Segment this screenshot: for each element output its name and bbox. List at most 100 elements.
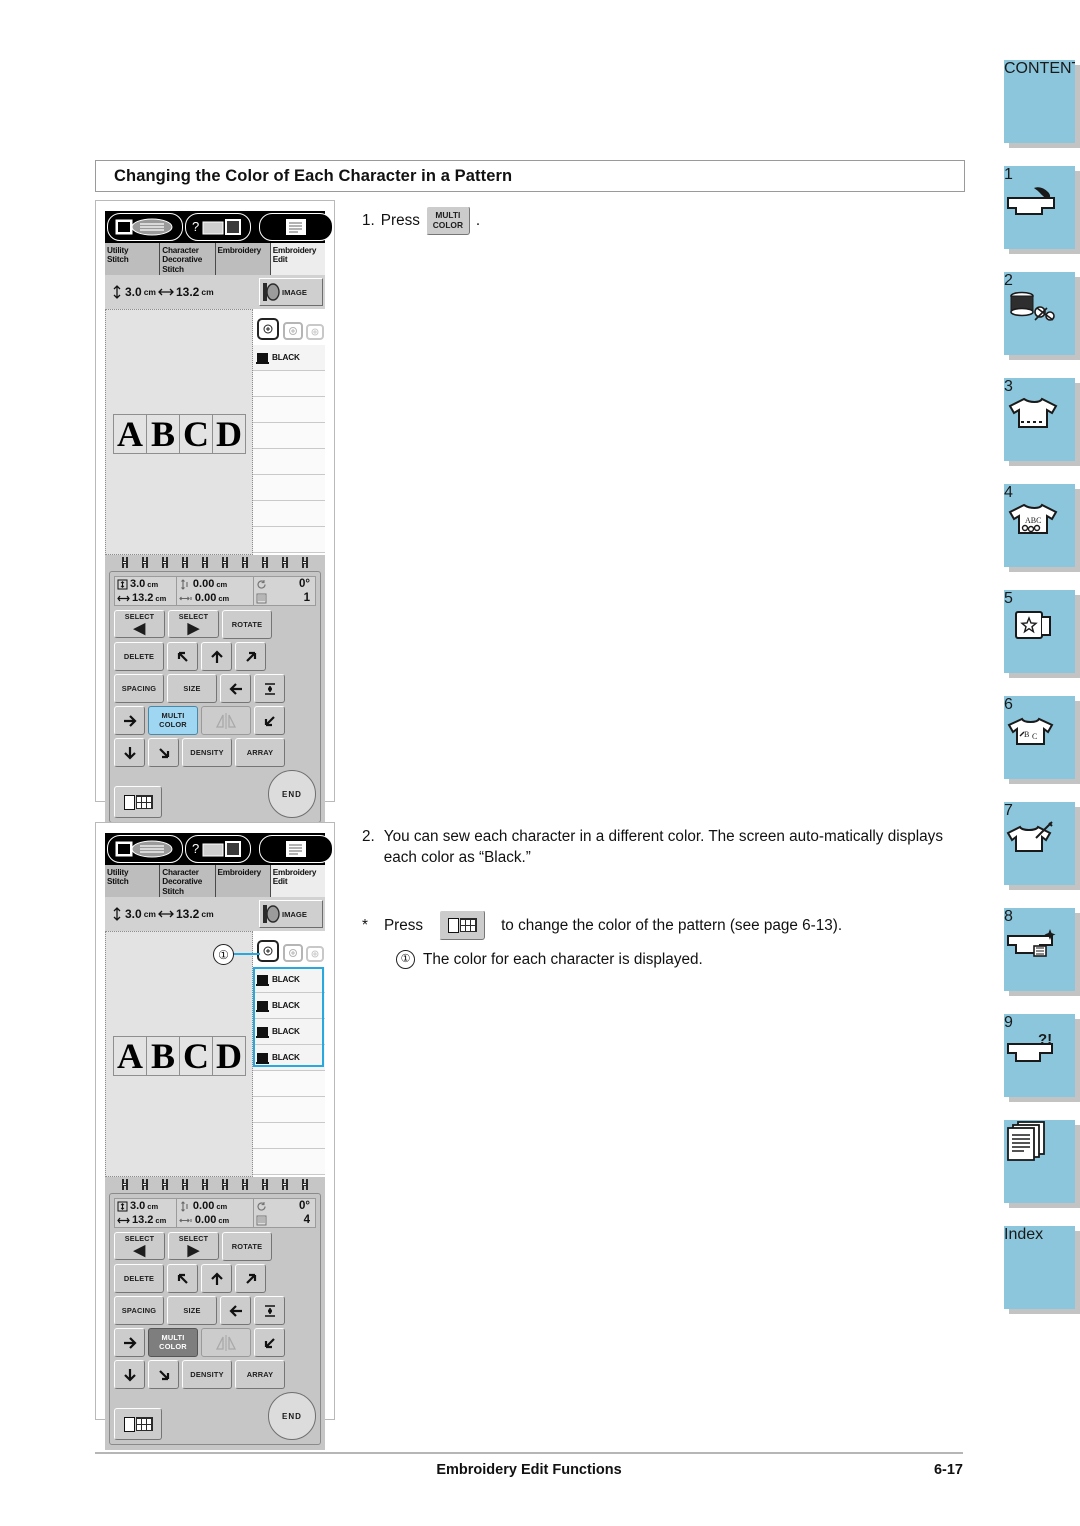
- side-tab-chapter-8[interactable]: 8: [1004, 908, 1080, 996]
- move-up-right-button[interactable]: [235, 1264, 266, 1293]
- tab-embroidery[interactable]: Embroidery: [215, 865, 271, 897]
- move-down-button[interactable]: [114, 1360, 145, 1389]
- move-down-right-button[interactable]: [148, 1360, 179, 1389]
- mirror-icon: [215, 1334, 237, 1351]
- move-left-button[interactable]: [220, 1296, 251, 1325]
- select-left-arrow: ◀: [133, 1241, 146, 1259]
- hoop-size-indicators: [253, 309, 325, 345]
- help-machine-icon[interactable]: ?: [185, 213, 251, 241]
- select-left-button[interactable]: SELECT ◀: [114, 1232, 165, 1260]
- move-right-button[interactable]: [114, 1328, 145, 1357]
- tab-character-decorative-stitch[interactable]: Character Decorative Stitch: [160, 243, 216, 275]
- lcd-icon-bar: ?: [105, 211, 333, 243]
- delete-button[interactable]: DELETE: [114, 642, 164, 671]
- panel-last-row-2: END: [114, 1392, 316, 1440]
- move-down-left-button[interactable]: [254, 1328, 285, 1357]
- side-tab-chapter-6[interactable]: 6 BC: [1004, 696, 1080, 784]
- thread-spool-icon: [256, 351, 269, 364]
- embroidery-canvas-2[interactable]: A B C D: [105, 931, 253, 1177]
- color-name: BLACK: [272, 975, 300, 984]
- color-row[interactable]: BLACK: [253, 345, 325, 371]
- manual-guide-icon[interactable]: [107, 835, 183, 863]
- mirror-button[interactable]: [201, 706, 251, 735]
- end-button[interactable]: END: [268, 770, 316, 818]
- spacing-button[interactable]: SPACING: [114, 1296, 164, 1325]
- readout-size-height: 3.0 cm: [115, 1199, 176, 1213]
- thread-palette-button[interactable]: [114, 1408, 162, 1440]
- sewing-machine-icon: [1004, 184, 1075, 223]
- arrow-up-left-icon: [177, 651, 188, 662]
- side-tab-chapter-9[interactable]: 9 ?!: [1004, 1014, 1080, 1102]
- end-button[interactable]: END: [268, 1392, 316, 1440]
- rotate-button[interactable]: ROTATE: [222, 610, 272, 639]
- step-1-number: 1.: [362, 212, 375, 229]
- side-tab-number: 9: [1004, 1014, 1013, 1031]
- thread-spool-icon: [256, 999, 269, 1012]
- thread-spool-icon: [256, 1051, 269, 1064]
- side-tab-chapter-4[interactable]: 4 ABC: [1004, 484, 1080, 572]
- color-row[interactable]: BLACK: [253, 993, 325, 1019]
- tab-embroidery[interactable]: Embroidery: [215, 243, 271, 275]
- center-button[interactable]: [254, 1296, 285, 1325]
- color-row-empty: [253, 501, 325, 527]
- image-button[interactable]: IMAGE: [259, 278, 323, 306]
- side-tab-chapter-1[interactable]: 1: [1004, 166, 1080, 254]
- tab-utility-stitch[interactable]: Utility Stitch: [105, 243, 161, 275]
- move-up-left-button[interactable]: [167, 1264, 198, 1293]
- tab-utility-stitch[interactable]: Utility Stitch: [105, 865, 161, 897]
- rotate-button[interactable]: ROTATE: [222, 1232, 272, 1261]
- side-tab-chapter-2[interactable]: 2: [1004, 272, 1080, 360]
- density-button[interactable]: DENSITY: [182, 738, 232, 767]
- mirror-button[interactable]: [201, 1328, 251, 1357]
- side-tab-chapter-3[interactable]: 3: [1004, 378, 1080, 466]
- move-down-right-button[interactable]: [148, 738, 179, 767]
- footer-title: Embroidery Edit Functions: [436, 1462, 622, 1478]
- side-tab-chapter-5[interactable]: 5: [1004, 590, 1080, 678]
- color-row[interactable]: BLACK: [253, 1045, 325, 1071]
- tab-character-decorative-stitch[interactable]: Character Decorative Stitch: [160, 865, 216, 897]
- move-up-left-button[interactable]: [167, 642, 198, 671]
- thread-palette-button[interactable]: [114, 786, 162, 818]
- embroidery-canvas-1[interactable]: A B C D: [105, 309, 253, 555]
- multi-color-button[interactable]: MULTI COLOR: [148, 1328, 198, 1357]
- move-right-button[interactable]: [114, 706, 145, 735]
- move-up-button[interactable]: [201, 642, 232, 671]
- array-button[interactable]: ARRAY: [235, 1360, 285, 1389]
- settings-list-icon[interactable]: [259, 213, 333, 241]
- array-button[interactable]: ARRAY: [235, 738, 285, 767]
- delete-button[interactable]: DELETE: [114, 1264, 164, 1293]
- thread-palette-icon: [447, 917, 477, 933]
- arrow-down-icon: [123, 746, 136, 760]
- side-tab-appendix[interactable]: [1004, 1120, 1080, 1208]
- help-machine-icon[interactable]: ?: [185, 835, 251, 863]
- documents-icon: [1004, 1120, 1075, 1167]
- color-row[interactable]: BLACK: [253, 1019, 325, 1045]
- arrow-down-right-icon: [158, 1369, 169, 1380]
- move-left-button[interactable]: [220, 674, 251, 703]
- select-right-button[interactable]: SELECT ▶: [168, 610, 219, 638]
- side-tab-chapter-7[interactable]: 7: [1004, 802, 1080, 890]
- select-right-button[interactable]: SELECT ▶: [168, 1232, 219, 1260]
- select-left-button[interactable]: SELECT ◀: [114, 610, 165, 638]
- color-row[interactable]: BLACK: [253, 967, 325, 993]
- side-tab-index[interactable]: Index: [1004, 1226, 1080, 1314]
- move-down-button[interactable]: [114, 738, 145, 767]
- size-button[interactable]: SIZE: [167, 1296, 217, 1325]
- side-tab-number: 3: [1004, 378, 1013, 395]
- manual-guide-icon[interactable]: [107, 213, 183, 241]
- tab-embroidery-edit[interactable]: Embroidery Edit: [270, 865, 325, 897]
- density-button[interactable]: DENSITY: [182, 1360, 232, 1389]
- side-tab-contents[interactable]: CONTENTS: [1004, 60, 1080, 148]
- pattern-char: B: [146, 1036, 180, 1076]
- size-button[interactable]: SIZE: [167, 674, 217, 703]
- move-up-right-button[interactable]: [235, 642, 266, 671]
- spacing-button[interactable]: SPACING: [114, 674, 164, 703]
- multi-color-button[interactable]: MULTI COLOR: [148, 706, 198, 735]
- tab-embroidery-edit[interactable]: Embroidery Edit: [270, 243, 325, 275]
- move-down-left-button[interactable]: [254, 706, 285, 735]
- move-up-button[interactable]: [201, 1264, 232, 1293]
- center-button[interactable]: [254, 674, 285, 703]
- settings-list-icon[interactable]: [259, 835, 333, 863]
- image-button[interactable]: IMAGE: [259, 900, 323, 928]
- width-arrow-icon: [158, 910, 174, 918]
